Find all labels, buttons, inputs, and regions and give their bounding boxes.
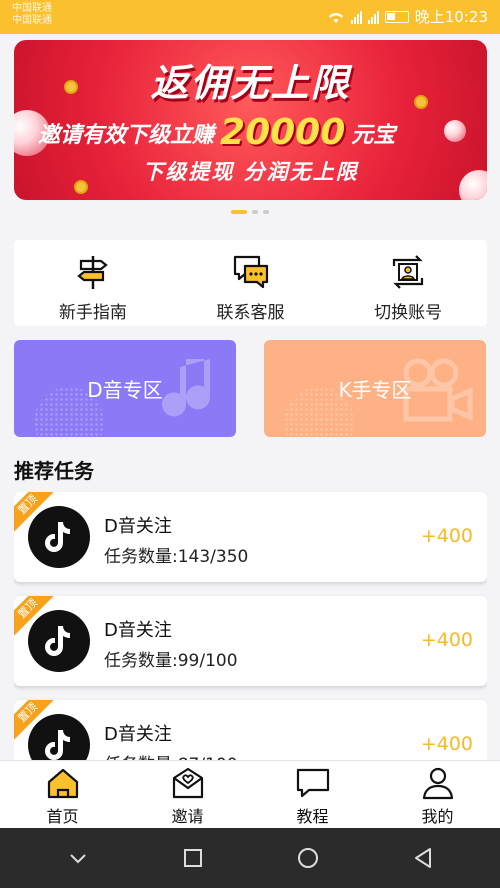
- zone-d-music[interactable]: D音专区: [14, 340, 236, 437]
- chevron-down-icon[interactable]: [66, 846, 90, 870]
- banner-title: 返佣无上限: [150, 61, 351, 105]
- page-dot[interactable]: [263, 210, 269, 214]
- task-avatar: [28, 506, 90, 568]
- music-note-icon: [162, 359, 211, 417]
- task-card[interactable]: 置顶 D音关注 任务数量:87/100 +400: [14, 700, 487, 760]
- banner-line3: 下级提现 分润无上限: [142, 160, 359, 184]
- section-title: 推荐任务: [14, 459, 94, 483]
- tab-invite[interactable]: 邀请: [125, 761, 250, 828]
- back-triangle-icon[interactable]: [411, 846, 435, 870]
- zone-k-label: K手专区: [338, 378, 412, 402]
- task-reward: +400: [420, 733, 473, 755]
- system-navigation-bar: [0, 828, 500, 888]
- tab-label: 教程: [296, 807, 329, 826]
- task-list[interactable]: 置顶 D音关注 任务数量:143/350 +400 置顶 D音关注 任务数量:9…: [14, 492, 487, 760]
- overview-square-icon[interactable]: [181, 846, 205, 870]
- quick-item-label: 切换账号: [374, 303, 443, 323]
- quick-item-label: 联系客服: [216, 303, 285, 323]
- tab-profile[interactable]: 我的: [375, 761, 500, 828]
- quick-item-switch-account[interactable]: 切换账号: [329, 240, 487, 326]
- task-card[interactable]: 置顶 D音关注 任务数量:143/350 +400: [14, 492, 487, 582]
- page-dot[interactable]: [252, 210, 258, 214]
- home-icon: [47, 768, 78, 799]
- task-count: 任务数量:99/100: [104, 651, 238, 671]
- switch-account-icon: [393, 255, 424, 289]
- task-avatar: [28, 610, 90, 672]
- signal-2-icon: [367, 10, 379, 24]
- battery-icon: [384, 10, 409, 23]
- carrier-info: 中国联通 中国联通: [12, 3, 52, 27]
- tab-label: 我的: [421, 807, 454, 826]
- tab-tutorial[interactable]: 教程: [250, 761, 375, 828]
- banner-line2-prefix: 邀请有效下级立赚: [38, 122, 215, 148]
- signal-1-icon: [350, 10, 362, 24]
- wifi-icon: [328, 12, 343, 23]
- banner-line2: 邀请有效下级立赚 20000 元宝: [38, 112, 395, 153]
- signpost-icon: [77, 256, 108, 289]
- quick-menu: 新手指南 联系客服 切换账号: [14, 240, 487, 326]
- home-circle-icon[interactable]: [296, 846, 320, 870]
- carrier-1: 中国联通: [12, 3, 52, 14]
- page-dot-active[interactable]: [231, 210, 247, 214]
- task-count: 任务数量:143/350: [104, 547, 249, 567]
- task-title: D音关注: [104, 620, 172, 641]
- task-avatar: [28, 714, 90, 760]
- tab-home[interactable]: 首页: [0, 761, 125, 828]
- carrier-2: 中国联通: [12, 15, 52, 26]
- zone-d-label: D音专区: [87, 378, 163, 402]
- bottom-tab-bar: 首页 邀请 教程 我的: [0, 760, 500, 828]
- bubble-decoration: [444, 120, 466, 142]
- task-card[interactable]: 置顶 D音关注 任务数量:99/100 +400: [14, 596, 487, 686]
- quick-item-guide[interactable]: 新手指南: [14, 240, 172, 326]
- banner-amount: 20000: [220, 112, 346, 153]
- music-note-icon: [45, 626, 70, 656]
- task-count: 任务数量:87/100: [104, 750, 238, 760]
- status-bar: 中国联通 中国联通 晚上10:23: [0, 0, 500, 34]
- quick-item-label: 新手指南: [58, 303, 127, 323]
- tutorial-icon: [296, 768, 329, 798]
- invite-icon: [172, 767, 203, 799]
- profile-icon: [422, 767, 453, 800]
- promo-banner[interactable]: 返佣无上限 邀请有效下级立赚 20000 元宝 下级提现 分润无上限: [14, 40, 487, 200]
- tab-label: 邀请: [171, 807, 204, 826]
- quick-item-support[interactable]: 联系客服: [172, 240, 330, 326]
- chat-bubble-icon: [233, 255, 268, 289]
- task-reward: +400: [420, 525, 473, 547]
- status-time: 晚上10:23: [414, 8, 488, 26]
- music-note-icon: [45, 730, 70, 760]
- banner-page-indicator: [0, 210, 500, 214]
- task-title: D音关注: [104, 516, 172, 537]
- zone-k-video[interactable]: K手专区: [264, 340, 486, 437]
- task-reward: +400: [420, 629, 473, 651]
- tab-label: 首页: [46, 807, 79, 826]
- task-title: D音关注: [104, 724, 172, 745]
- music-note-icon: [45, 522, 70, 552]
- banner-line2-suffix: 元宝: [351, 122, 396, 148]
- status-indicators: 晚上10:23: [327, 6, 488, 27]
